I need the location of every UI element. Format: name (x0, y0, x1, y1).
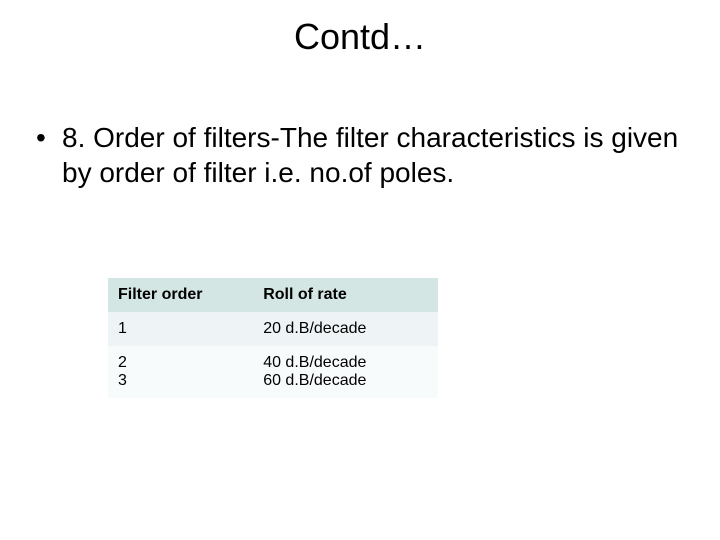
table-cell: 23 (108, 346, 253, 398)
table-cell: 1 (108, 312, 253, 346)
slide: Contd… • 8. Order of filters-The filter … (0, 0, 720, 540)
slide-title: Contd… (0, 16, 720, 58)
bullet-text: 8. Order of filters-The filter character… (62, 120, 684, 190)
bullet-item: • 8. Order of filters-The filter charact… (36, 120, 684, 190)
table-header-row: Filter order Roll of rate (108, 278, 438, 312)
table-header-cell: Roll of rate (253, 278, 438, 312)
table-row: 1 20 d.B/decade (108, 312, 438, 346)
bullet-marker: • (36, 120, 62, 190)
table-cell: 40 d.B/decade60 d.B/decade (253, 346, 438, 398)
table-row: 23 40 d.B/decade60 d.B/decade (108, 346, 438, 398)
filter-order-table: Filter order Roll of rate 1 20 d.B/decad… (108, 278, 438, 398)
table-cell: 20 d.B/decade (253, 312, 438, 346)
table-header-cell: Filter order (108, 278, 253, 312)
